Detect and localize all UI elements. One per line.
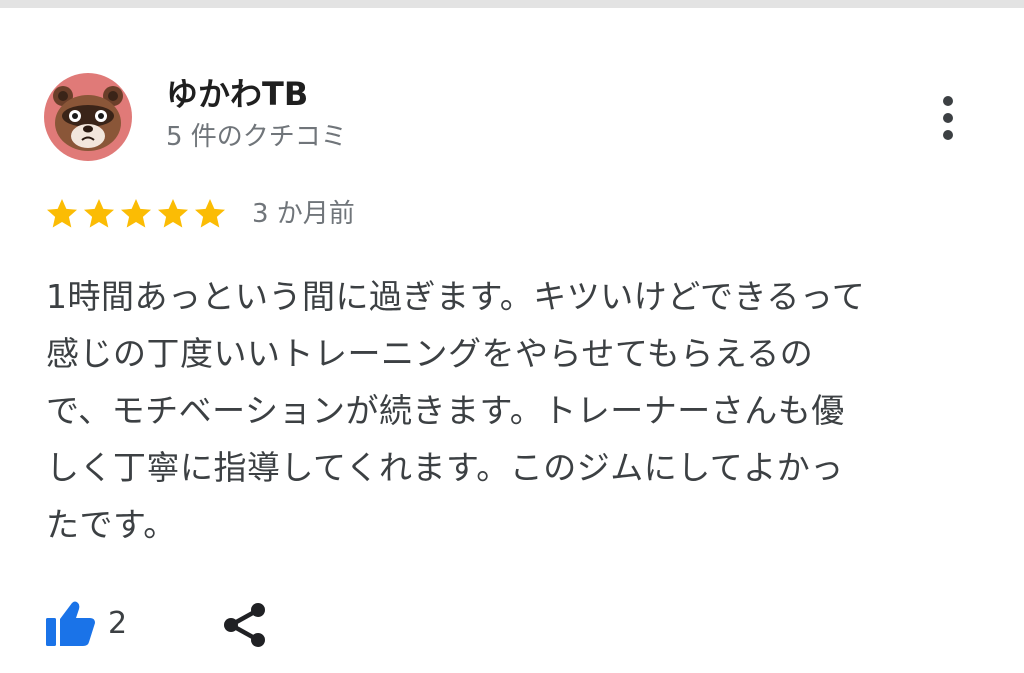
star-icon (158, 199, 188, 228)
top-divider (0, 0, 1024, 8)
star-icon (47, 199, 77, 228)
like-count: 2 (108, 606, 128, 641)
star-icon (195, 199, 225, 228)
more-vert-icon (943, 96, 953, 140)
review-time: 3 か月前 (252, 199, 355, 229)
share-button[interactable] (220, 600, 270, 650)
star-icon (84, 199, 114, 228)
reviewer-name[interactable]: ゆかわTB (166, 72, 308, 116)
raccoon-dog-avatar-icon (44, 73, 132, 161)
star-icon (121, 199, 151, 228)
thumbs-up-icon (46, 601, 95, 646)
like-button[interactable]: 2 (44, 598, 127, 650)
reviewer-review-count[interactable]: 5 件のクチコミ (166, 117, 347, 157)
review-text: 1時間あっという間に過ぎます。キツいけどできるって 感じの丁度いいトレーニングを… (46, 277, 866, 544)
star-rating (44, 196, 229, 232)
share-icon (224, 603, 265, 647)
reviewer-avatar[interactable] (44, 73, 132, 161)
more-options-button[interactable] (926, 92, 970, 144)
